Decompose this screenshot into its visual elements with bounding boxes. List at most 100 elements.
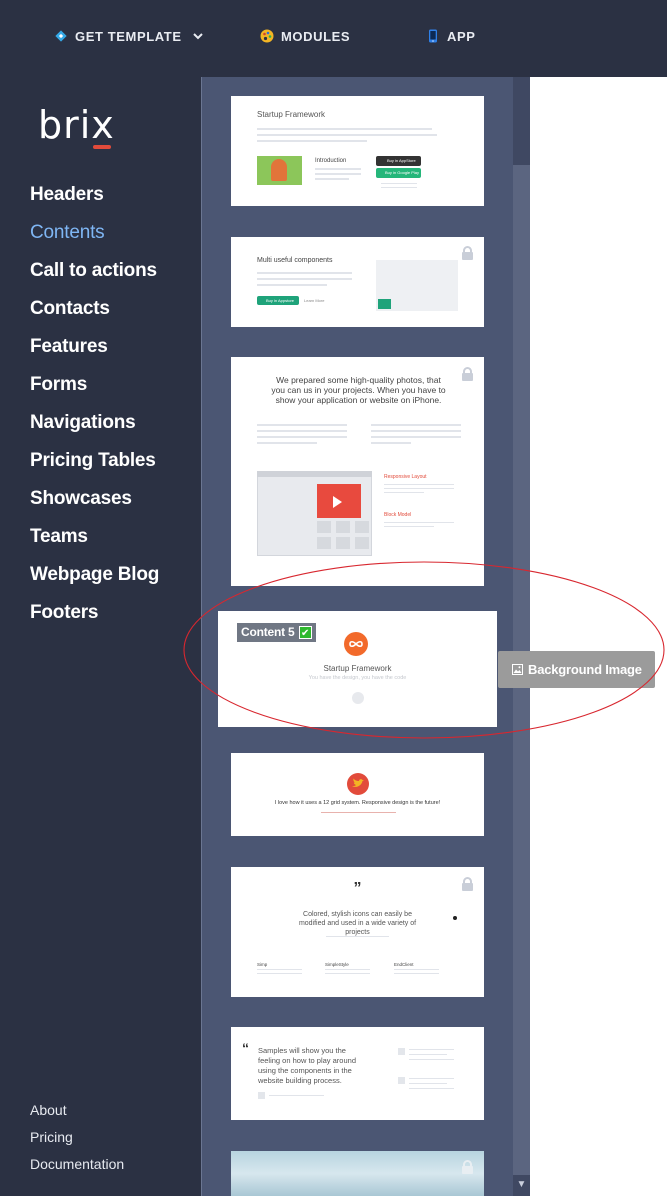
card7-author-line [269, 1095, 324, 1096]
card3-text-line [384, 492, 424, 493]
lock-icon [462, 1160, 473, 1174]
card3-feature-1: Responsive Layout [384, 474, 427, 480]
card7-text-line [409, 1088, 454, 1089]
nav-item-teams[interactable]: Teams [30, 525, 200, 563]
card1-text-line [381, 187, 417, 188]
content-block-2[interactable]: Multi useful components Buy in Appstore … [231, 237, 484, 327]
nav-item-contents[interactable]: Contents [30, 221, 200, 259]
card7-avatar [258, 1092, 265, 1099]
content-block-8[interactable]: “ Samples will show you the feeling on h… [231, 1027, 484, 1120]
card3-text-line [257, 424, 347, 426]
card7-text-line [409, 1049, 454, 1050]
twitter-logo-icon [347, 773, 369, 795]
card1-text-line [315, 178, 349, 180]
card1-googleplay-label: Buy in Google Play [385, 170, 420, 175]
logo-text: brix [38, 103, 115, 147]
card6-text-line [257, 973, 302, 974]
get-template-menu[interactable]: GET TEMPLATE [54, 27, 204, 45]
nav-item-pricing-tables[interactable]: Pricing Tables [30, 449, 200, 487]
about-link[interactable]: About [30, 1101, 124, 1128]
card7-right-icon [398, 1048, 405, 1055]
card5-author-line [321, 812, 396, 813]
chevron-down-icon [192, 33, 203, 40]
card1-text-line [257, 140, 367, 142]
card6-col-3: EndClient [394, 962, 414, 967]
card1-appstore-label: Buy in AppStore [387, 158, 416, 163]
card6-col-1: Simp [257, 962, 268, 967]
card3-grid-block [336, 521, 350, 533]
card4-title: Startup Framework [323, 664, 392, 673]
card3-grid-block [336, 537, 350, 549]
card6-quote-mark: ” [353, 880, 362, 897]
card6-text-line [257, 969, 302, 970]
category-nav: Headers Contents Call to actions Contact… [30, 183, 200, 639]
card1-title: Startup Framework [257, 110, 326, 119]
content-block-1[interactable]: Startup Framework Introduction Buy in Ap… [231, 96, 484, 206]
card6-author-line [326, 936, 389, 937]
pricing-link[interactable]: Pricing [30, 1128, 124, 1155]
nav-item-contacts[interactable]: Contacts [30, 297, 200, 335]
background-image-button[interactable]: Background Image [498, 651, 655, 688]
card4-subtitle: You have the design, you have the code [308, 675, 407, 681]
card3-grid-block [355, 537, 369, 549]
card7-text-line [409, 1059, 454, 1060]
get-template-label: GET TEMPLATE [75, 28, 182, 44]
sidebar: brix Headers Contents Call to actions Co… [0, 77, 201, 1196]
content-block-7[interactable]: ” Colored, stylish icons can easily be m… [231, 867, 484, 997]
nav-item-footers[interactable]: Footers [30, 601, 200, 639]
card7-text-line [409, 1054, 447, 1055]
card6-quote: Colored, stylish icons can easily be mod… [298, 911, 417, 936]
modules-menu[interactable]: MODULES [260, 27, 350, 45]
lock-icon [462, 246, 473, 260]
card4-scroll-down-circle [352, 692, 364, 704]
diamond-icon [55, 30, 67, 42]
modules-label: MODULES [281, 28, 351, 44]
card3-feature-2: Block Model [384, 512, 412, 518]
image-icon [512, 664, 523, 675]
nav-item-showcases[interactable]: Showcases [30, 487, 200, 525]
nav-item-call-to-actions[interactable]: Call to actions [30, 259, 200, 297]
card3-text-line [371, 436, 461, 438]
card7-quote: Samples will show you the feeling on how… [258, 1046, 356, 1085]
card6-dot [453, 916, 457, 920]
content-block-3[interactable]: We prepared some high-quality photos, th… [231, 357, 484, 586]
card3-text-line [257, 436, 347, 438]
infinity-logo-icon [344, 632, 368, 656]
lock-icon [462, 367, 473, 381]
background-image-label: Background Image [528, 662, 642, 677]
card1-text-line [381, 183, 417, 184]
card3-heading: We prepared some high-quality photos, th… [271, 375, 446, 405]
app-menu[interactable]: APP [426, 27, 476, 45]
card1-googleplay-button: Buy in Google Play [376, 168, 421, 178]
card3-text-line [371, 424, 461, 426]
card7-text-line [409, 1078, 454, 1079]
card2-play-button [378, 299, 391, 309]
card3-text-line [257, 430, 347, 432]
card1-character [271, 159, 287, 181]
card3-grid-block [317, 521, 331, 533]
card7-text-line [409, 1083, 447, 1084]
card3-text-line [384, 526, 434, 527]
nav-item-forms[interactable]: Forms [30, 373, 200, 411]
card6-text-line [394, 973, 439, 974]
top-navigation-bar: GET TEMPLATE MODULES APP [0, 0, 667, 77]
nav-item-headers[interactable]: Headers [30, 183, 200, 221]
nav-item-features[interactable]: Features [30, 335, 200, 373]
nav-item-webpage-blog[interactable]: Webpage Blog [30, 563, 200, 601]
phone-icon [429, 29, 437, 43]
nav-item-navigations[interactable]: Navigations [30, 411, 200, 449]
sidebar-footer-links: About Pricing Documentation [30, 1101, 124, 1182]
brix-logo[interactable]: brix [38, 103, 118, 149]
card1-text-line [315, 173, 361, 175]
scroll-down-arrow[interactable]: ▼ [515, 1178, 528, 1191]
card2-text-line [257, 278, 352, 280]
card7-quote-mark: “ [242, 1040, 249, 1056]
content-block-6[interactable]: I love how it uses a 12 grid system. Res… [231, 753, 484, 836]
card3-text-line [257, 442, 317, 444]
card1-subtitle: Introduction [315, 158, 347, 164]
card3-text-line [384, 522, 454, 523]
card3-browser-bar [257, 471, 372, 477]
documentation-link[interactable]: Documentation [30, 1155, 124, 1182]
card1-text-line [315, 168, 361, 170]
content-block-9[interactable] [231, 1151, 484, 1196]
